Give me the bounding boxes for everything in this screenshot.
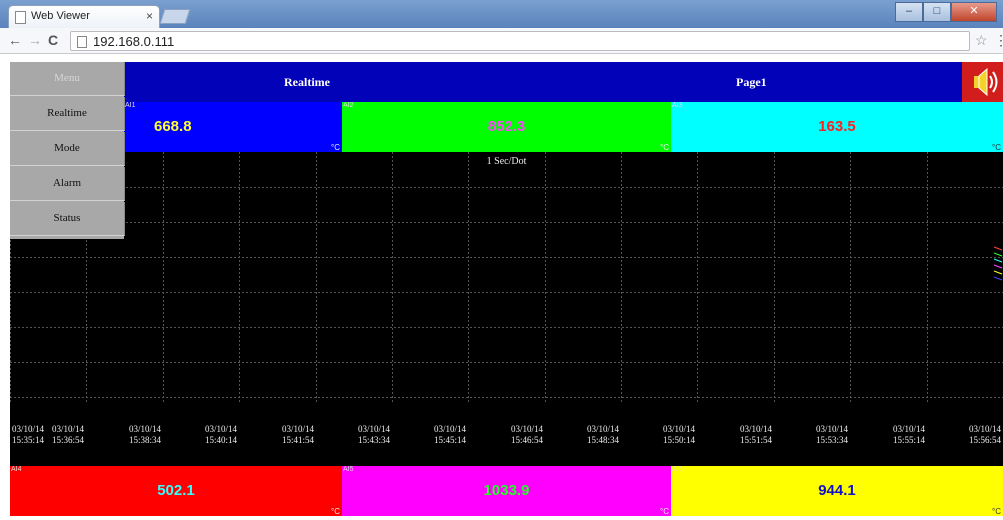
channel-label: AI1 [125,102,136,109]
trace-mark [993,246,1003,251]
tick-date: 03/10/14 [892,424,925,434]
tick-date: 03/10/14 [357,424,390,434]
time-tick-label: 03/10/14 15:45:14 [432,424,466,446]
tick-time: 15:48:34 [586,435,619,445]
tick-date: 03/10/14 [281,424,314,434]
channel-value: 852.3 [487,118,526,135]
tick-date: 03/10/14 [586,424,619,434]
new-tab-button[interactable] [159,9,191,24]
menu-panel: Menu Realtime Mode Alarm Status [10,62,125,239]
tick-date: 03/10/14 [128,424,161,434]
time-tick-label: 03/10/14 15:41:54 [280,424,314,446]
tick-time: 15:50:14 [662,435,695,445]
chrome-menu-icon[interactable]: ⋮ [994,32,1003,49]
tab-close-icon[interactable]: × [146,6,153,27]
menu-title: Menu [10,62,125,96]
page-icon [77,36,87,48]
tick-time: 15:40:14 [204,435,237,445]
browser-navbar: ← → C 192.168.0.111 ☆ ⋮ [0,28,1003,54]
channel-value: 944.1 [818,482,856,499]
time-tick-label: 03/10/14 15:36:54 [50,424,84,446]
page-icon [15,11,26,24]
close-window-icon[interactable]: ✕ [951,2,997,22]
trace-mark [993,258,1003,263]
time-tick-label: 03/10/14 15:48:34 [585,424,619,446]
channel-unit: °C [992,507,1001,516]
reload-icon[interactable]: C [48,32,58,48]
channel-value: 163.5 [818,118,856,135]
tick-time: 15:53:34 [815,435,848,445]
channel-cell: AI6 944.1 °C [671,466,1003,516]
channel-unit: °C [331,507,340,516]
tick-date: 03/10/14 [12,424,45,434]
menu-item-realtime[interactable]: Realtime [10,97,125,131]
tick-time: 15:46:54 [510,435,543,445]
channel-cell: AI2 852.3 °C [342,102,671,152]
minimize-icon[interactable]: – [895,2,923,22]
channel-unit: °C [660,143,669,152]
channel-unit: °C [660,507,669,516]
sample-rate-label: 1 Sec/Dot [486,156,527,167]
tick-time: 15:38:34 [128,435,161,445]
time-tick-label: 03/10/14 15:38:34 [127,424,161,446]
address-bar[interactable]: 192.168.0.111 [70,31,970,51]
menu-item-status[interactable]: Status [10,202,125,236]
tick-date: 03/10/14 [433,424,466,434]
tick-date: 03/10/14 [204,424,237,434]
time-tick-label: 03/10/14 15:35:14 [12,424,44,446]
back-icon[interactable]: ← [8,32,22,48]
channel-value: 668.8 [154,118,192,135]
tab-title: Web Viewer [31,10,90,22]
tick-time: 15:41:54 [281,435,314,445]
time-tick-label: 03/10/14 15:55:14 [891,424,925,446]
time-tick-label: 03/10/14 15:53:34 [814,424,848,446]
tick-time: 15:36:54 [51,435,84,445]
tick-time: 15:51:54 [739,435,772,445]
speaker-icon[interactable] [962,62,1003,102]
trend-plot[interactable]: 1 Sec/Dot 03/10/14 15:35:14 03/10/14 15:36:… [10,152,1003,466]
tick-time: 15:43:34 [357,435,390,445]
tick-date: 03/10/14 [815,424,848,434]
tick-date: 03/10/14 [739,424,772,434]
bookmark-star-icon[interactable]: ☆ [975,32,988,49]
tick-time: 15:55:14 [892,435,925,445]
tick-time: 15:45:14 [433,435,466,445]
channel-unit: °C [331,143,340,152]
time-tick-label: 03/10/14 15:51:54 [738,424,772,446]
maximize-icon[interactable]: □ [923,2,951,22]
viewer-header: Realtime Page1 [124,62,1003,102]
channel-unit: °C [992,143,1001,152]
trace-mark [993,264,1003,269]
header-page: Page1 [736,75,767,89]
tick-time: 15:35:14 [12,435,45,445]
window-controls: – □ ✕ [895,2,997,22]
channel-value: 502.1 [157,482,195,499]
browser-titlebar: Web Viewer × – □ ✕ [0,0,1003,28]
tick-time: 15:56:54 [968,435,1001,445]
trace-mark [993,270,1003,275]
channel-cell: AI5 1033.9 °C [342,466,671,516]
channel-cell: AI4 502.1 °C [10,466,342,516]
menu-item-mode[interactable]: Mode [10,132,125,166]
time-tick-label: 03/10/14 15:43:34 [356,424,390,446]
channel-value: 1033.9 [483,482,530,499]
time-tick-label: 03/10/14 15:40:14 [203,424,237,446]
time-tick-label: 03/10/14 15:46:54 [509,424,543,446]
tick-date: 03/10/14 [968,424,1001,434]
trace-mark [993,276,1003,281]
channel-cell: AI3 163.5 °C [671,102,1003,152]
tick-date: 03/10/14 [51,424,84,434]
browser-tab[interactable]: Web Viewer × [8,5,160,28]
forward-icon[interactable]: → [28,32,42,48]
time-tick-label: 03/10/14 15:56:54 [967,424,1001,446]
menu-item-alarm[interactable]: Alarm [10,167,125,201]
trace-mark [993,252,1003,257]
tick-date: 03/10/14 [662,424,695,434]
plot-grid [10,152,1003,402]
header-realtime: Realtime [284,75,330,89]
url-text: 192.168.0.111 [93,34,175,49]
channel-cell: AI1 668.8 °C [124,102,342,152]
time-tick-label: 03/10/14 15:50:14 [661,424,695,446]
tick-date: 03/10/14 [510,424,543,434]
